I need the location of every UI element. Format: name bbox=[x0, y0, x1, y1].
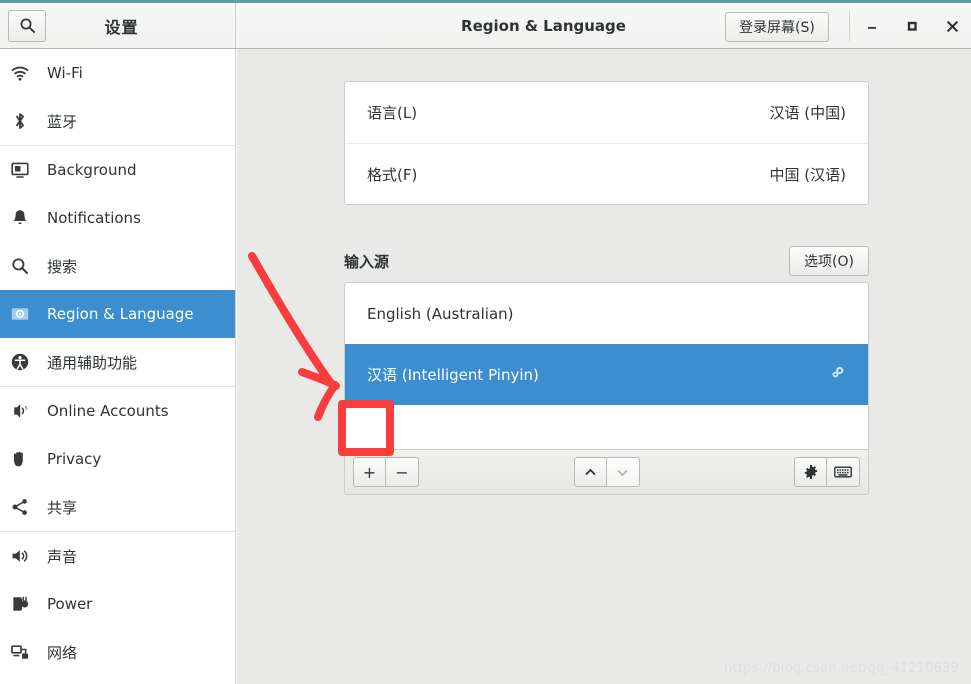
sidebar-item-label: 网络 bbox=[47, 643, 78, 662]
input-preferences-button[interactable] bbox=[794, 457, 827, 487]
sidebar-item-label: Region & Language bbox=[47, 305, 194, 323]
sidebar-item-background[interactable]: Background bbox=[0, 146, 235, 194]
sidebar-item-label: Power bbox=[47, 595, 93, 613]
minimize-icon bbox=[868, 27, 876, 29]
move-down-button[interactable] bbox=[606, 457, 640, 487]
power-plug-icon bbox=[10, 592, 40, 616]
login-screen-button[interactable]: 登录屏幕(S) bbox=[725, 12, 829, 42]
sidebar-item-label: Wi-Fi bbox=[47, 64, 83, 82]
input-sources-card: English (Australian) 汉语 (Intelligent Piny… bbox=[344, 282, 869, 495]
privacy-hand-icon bbox=[10, 447, 40, 471]
sound-icon bbox=[10, 544, 40, 568]
sidebar-item-label: Privacy bbox=[47, 450, 102, 468]
format-row-label: 格式(F) bbox=[367, 166, 418, 184]
format-row-value: 中国 (汉语) bbox=[769, 166, 846, 184]
watermark: https://blog.csdn.net/qq_41210639 bbox=[724, 661, 959, 676]
content-pane: 语言(L) 汉语 (中国) 格式(F) 中国 (汉语) 输入源 选项(O) En… bbox=[237, 49, 971, 684]
sidebar-item-label: 共享 bbox=[47, 498, 78, 517]
online-accounts-icon: s bbox=[10, 399, 40, 423]
add-remove-group: + − bbox=[353, 457, 419, 487]
minimize-button[interactable] bbox=[852, 3, 892, 49]
sidebar-item-label: Online Accounts bbox=[47, 402, 169, 420]
close-icon bbox=[946, 20, 958, 32]
remove-input-source-button[interactable]: − bbox=[386, 457, 419, 487]
maximize-button[interactable] bbox=[892, 3, 932, 49]
region-language-icon bbox=[10, 302, 40, 326]
search-icon bbox=[20, 18, 35, 33]
input-source-label: English (Australian) bbox=[367, 304, 514, 323]
input-source-row[interactable]: 汉语 (Intelligent Pinyin) bbox=[345, 344, 868, 405]
sidebar-item-[interactable]: 网络 bbox=[0, 628, 235, 676]
sidebar-item-privacy[interactable]: Privacy bbox=[0, 435, 235, 483]
input-source-label: 汉语 (Intelligent Pinyin) bbox=[367, 366, 539, 384]
accessibility-icon bbox=[10, 350, 40, 374]
language-row[interactable]: 语言(L) 汉语 (中国) bbox=[345, 82, 868, 143]
network-icon bbox=[10, 640, 40, 664]
sidebar-item-power[interactable]: Power bbox=[0, 580, 235, 628]
sidebar-item-notifications[interactable]: Notifications bbox=[0, 194, 235, 242]
sidebar-item-label: 蓝牙 bbox=[47, 112, 78, 131]
settings-window: 设置 Region & Language 登录屏幕(S) Wi-Fi 蓝牙 Ba… bbox=[0, 0, 971, 684]
maximize-icon bbox=[907, 21, 917, 31]
move-group bbox=[573, 457, 640, 487]
input-sources-toolbar: + − bbox=[345, 449, 868, 494]
sidebar[interactable]: Wi-Fi 蓝牙 Background Notifications 搜索 Region &… bbox=[0, 49, 236, 684]
sidebar-item-region-language[interactable]: Region & Language bbox=[0, 290, 235, 338]
input-sources-header: 输入源 选项(O) bbox=[344, 241, 869, 281]
sidebar-item-label: 搜索 bbox=[47, 257, 78, 276]
keyboard-layout-button[interactable] bbox=[827, 457, 860, 487]
header-bar: 设置 Region & Language 登录屏幕(S) bbox=[0, 3, 971, 49]
add-input-source-button[interactable]: + bbox=[353, 457, 386, 487]
language-row-label: 语言(L) bbox=[367, 104, 418, 122]
chevron-up-icon bbox=[585, 468, 595, 475]
sidebar-item-[interactable]: 声音 bbox=[0, 532, 235, 580]
sidebar-item-[interactable]: 共享 bbox=[0, 483, 235, 531]
sidebar-item-[interactable]: 蓝牙 bbox=[0, 97, 235, 145]
sidebar-item-label: Background bbox=[47, 161, 137, 179]
input-sources-list: English (Australian) 汉语 (Intelligent Piny… bbox=[345, 283, 868, 405]
bluetooth-icon bbox=[10, 109, 40, 133]
sidebar-item-label: 声音 bbox=[47, 547, 78, 566]
input-source-preferences-icon[interactable] bbox=[829, 364, 846, 385]
input-sources-title: 输入源 bbox=[344, 252, 390, 271]
input-source-row[interactable]: English (Australian) bbox=[345, 283, 868, 344]
sidebar-list: Wi-Fi 蓝牙 Background Notifications 搜索 Region &… bbox=[0, 49, 235, 676]
sidebar-item-[interactable]: 搜索 bbox=[0, 242, 235, 290]
svg-text:s: s bbox=[25, 406, 28, 412]
search-button[interactable] bbox=[8, 9, 46, 42]
sidebar-item-wi-fi[interactable]: Wi-Fi bbox=[0, 49, 235, 97]
options-button[interactable]: 选项(O) bbox=[789, 246, 869, 276]
search-icon bbox=[10, 254, 40, 278]
move-up-button[interactable] bbox=[573, 457, 607, 487]
sharing-icon bbox=[10, 495, 40, 519]
header-divider bbox=[849, 11, 850, 41]
settings-group bbox=[794, 457, 860, 487]
keyboard-icon bbox=[834, 466, 852, 478]
language-card: 语言(L) 汉语 (中国) 格式(F) 中国 (汉语) bbox=[344, 81, 869, 205]
background-icon bbox=[10, 158, 40, 182]
chevron-down-icon bbox=[617, 469, 628, 476]
header-right-pane: Region & Language 登录屏幕(S) bbox=[236, 3, 971, 48]
close-button[interactable] bbox=[932, 3, 971, 49]
sidebar-item-label: Notifications bbox=[47, 209, 141, 227]
format-row[interactable]: 格式(F) 中国 (汉语) bbox=[345, 144, 868, 205]
wifi-icon bbox=[10, 61, 40, 85]
sidebar-item-label: 通用辅助功能 bbox=[47, 353, 138, 372]
bell-icon bbox=[10, 206, 40, 230]
sidebar-item-online-accounts[interactable]: s Online Accounts bbox=[0, 387, 235, 435]
gear-icon bbox=[804, 465, 817, 479]
language-row-value: 汉语 (中国) bbox=[769, 104, 846, 122]
sidebar-item-[interactable]: 通用辅助功能 bbox=[0, 338, 235, 386]
